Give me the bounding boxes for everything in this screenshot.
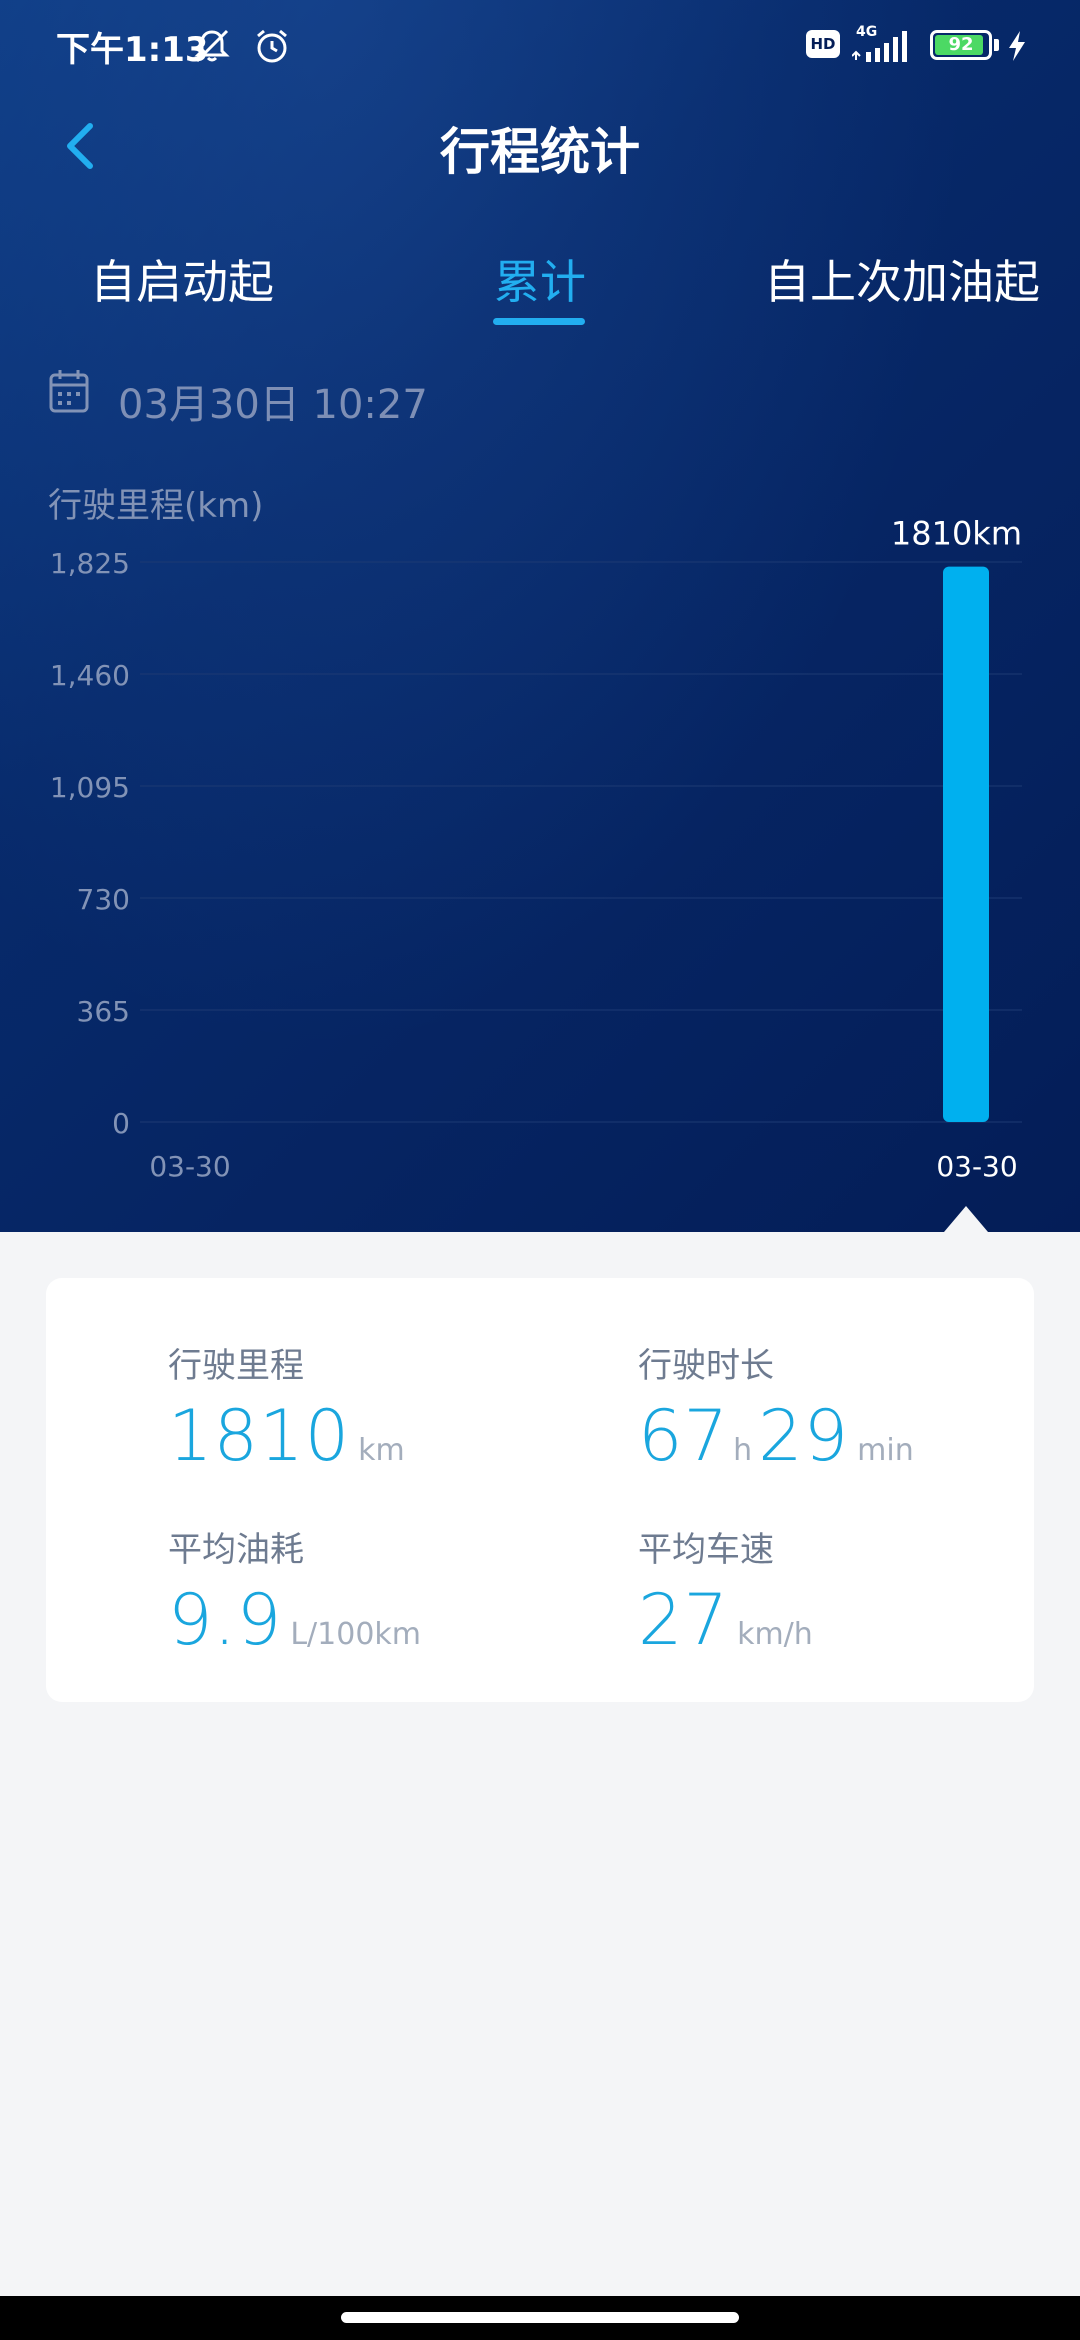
mileage-bar-chart: 1,825 1,460 1,095 730 365 0 03-30 03-30 1810km — [50, 515, 1022, 1183]
summary-card: 行驶里程 1810 km 行驶时长 67 h29 min 平均油耗 9.9 L/100k… — [46, 1278, 1034, 1702]
speed-label: 平均车速 — [638, 1530, 774, 1570]
duration-label: 行驶时长 — [638, 1346, 774, 1386]
chart-bar — [943, 566, 989, 1122]
mute-icon — [194, 29, 230, 63]
fuel-label: 平均油耗 — [168, 1530, 304, 1570]
fuel-value: 9.9 — [168, 1579, 283, 1661]
metric-distance: 行驶里程 1810 km — [168, 1338, 405, 1477]
metric-duration: 行驶时长 67 h29 min — [638, 1338, 914, 1477]
battery-tip — [994, 39, 999, 51]
date-label[interactable]: 03月30日 10:27 — [118, 372, 428, 430]
battery-icon: 92 — [930, 30, 992, 60]
distance-unit: km — [358, 1433, 405, 1468]
calendar-icon[interactable] — [48, 368, 90, 414]
chart-y-tick-label: 0 — [112, 1107, 130, 1140]
status-time: 下午1:13 — [56, 30, 209, 70]
tab-cumulative[interactable]: 累计 — [494, 246, 586, 312]
chart-y-tick-label: 730 — [77, 883, 130, 916]
status-bar: 下午1:13 HD 4G 92 — [0, 0, 1080, 96]
hd-badge: HD — [806, 30, 840, 58]
duration-minutes: 29 — [758, 1395, 850, 1477]
duration-hours: 67 — [638, 1395, 730, 1477]
chart-y-tick-label: 1,460 — [50, 659, 130, 692]
selection-pointer — [944, 1206, 988, 1232]
speed-unit: km/h — [737, 1617, 813, 1652]
chart-y-tick-label: 1,825 — [50, 547, 130, 580]
fuel-unit: L/100km — [290, 1617, 422, 1652]
chart-x-tick-label-selected: 03-30 — [936, 1150, 1017, 1183]
tab-since-refuel[interactable]: 自上次加油起 — [764, 246, 1040, 312]
metric-speed: 平均车速 27 km/h — [638, 1522, 813, 1661]
tab-since-start[interactable]: 自启动起 — [90, 246, 274, 312]
home-indicator[interactable] — [341, 2312, 739, 2323]
chart-bar-value-label: 1810km — [891, 515, 1022, 553]
tab-active-indicator — [493, 318, 585, 325]
speed-value: 27 — [638, 1579, 730, 1661]
signal-icon — [852, 31, 907, 62]
chart-y-tick-label: 1,095 — [50, 771, 130, 804]
alarm-icon — [257, 29, 287, 63]
battery-level: 92 — [948, 34, 974, 55]
duration-hours-unit: h — [733, 1433, 753, 1468]
metric-fuel: 平均油耗 9.9 L/100km — [168, 1522, 421, 1661]
duration-minutes-unit: min — [857, 1433, 914, 1468]
chart-x-tick-label: 03-30 — [149, 1150, 230, 1183]
distance-value: 1810 — [168, 1395, 351, 1477]
distance-label: 行驶里程 — [168, 1346, 304, 1386]
page-title: 行程统计 — [440, 123, 640, 181]
charging-icon — [1009, 31, 1025, 61]
chart-y-tick-label: 365 — [77, 995, 130, 1028]
